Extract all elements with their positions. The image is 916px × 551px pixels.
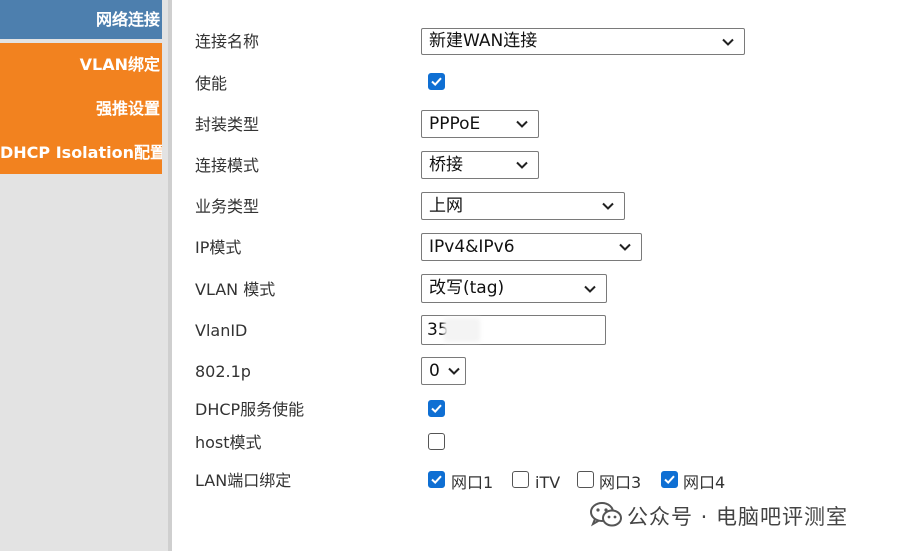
chevron-down-icon (516, 161, 528, 169)
ip-mode-value: IPv4&IPv6 (429, 237, 515, 257)
vlan-id-label: VlanID (195, 321, 248, 340)
sidebar-item-label: VLAN绑定 (79, 55, 160, 74)
sidebar-item-label: 网络连接 (95, 10, 160, 29)
sidebar-item-force-push[interactable]: 强推设置 (0, 87, 162, 131)
priority-label: 802.1p (195, 362, 251, 381)
check-icon (431, 475, 442, 485)
connection-name-label: 连接名称 (195, 32, 260, 51)
lan-port-3-label: 网口3 (599, 473, 642, 492)
sidebar-item-vlan-binding[interactable]: VLAN绑定 (0, 43, 162, 87)
ip-mode-label: IP模式 (195, 238, 242, 257)
check-icon (664, 475, 675, 485)
enable-label: 使能 (195, 74, 228, 93)
sidebar-item-dhcp-isolation[interactable]: DHCP Isolation配置 (0, 131, 162, 174)
check-icon (431, 404, 442, 414)
dhcp-service-label: DHCP服务使能 (195, 400, 305, 419)
connection-name-select[interactable]: 新建WAN连接 (421, 28, 745, 55)
connection-mode-value: 桥接 (429, 155, 463, 175)
service-type-value: 上网 (429, 196, 463, 216)
connection-mode-select[interactable]: 桥接 (421, 151, 539, 179)
wechat-icon (590, 502, 622, 527)
lan-binding-label: LAN端口绑定 (195, 471, 292, 490)
lan-port-4-label: 网口4 (683, 473, 726, 492)
priority-value: 0 (429, 361, 440, 381)
sidebar-item-network-connection[interactable]: 网络连接 (0, 0, 162, 39)
encapsulation-label: 封装类型 (195, 115, 260, 134)
watermark-text: 公众号 · 电脑吧评测室 (627, 505, 849, 529)
connection-name-value: 新建WAN连接 (429, 31, 538, 51)
lan-port-itv-label: iTV (535, 473, 561, 492)
ip-mode-select[interactable]: IPv4&IPv6 (421, 233, 642, 261)
sidebar-item-label: DHCP Isolation配置 (0, 143, 162, 162)
lan-port-4-checkbox[interactable] (661, 471, 678, 488)
service-type-select[interactable]: 上网 (421, 192, 625, 220)
vlan-mode-select[interactable]: 改写(tag) (421, 274, 607, 303)
encapsulation-value: PPPoE (429, 114, 481, 134)
chevron-down-icon (619, 243, 631, 251)
connection-mode-label: 连接模式 (195, 156, 260, 175)
sidebar-item-label: 强推设置 (95, 99, 160, 118)
chevron-down-icon (584, 285, 596, 293)
encapsulation-select[interactable]: PPPoE (421, 110, 539, 138)
sidebar-divider (168, 0, 172, 551)
check-icon (431, 77, 442, 87)
dhcp-service-checkbox[interactable] (428, 400, 445, 417)
vlan-mode-label: VLAN 模式 (195, 280, 276, 299)
priority-select[interactable]: 0 (421, 357, 466, 385)
lan-port-3-checkbox[interactable] (577, 471, 594, 488)
host-mode-label: host模式 (195, 433, 262, 452)
chevron-down-icon (602, 202, 614, 210)
lan-port-itv-checkbox[interactable] (512, 471, 529, 488)
lan-port-1-label: 网口1 (451, 473, 494, 492)
host-mode-checkbox[interactable] (428, 433, 445, 450)
lan-port-1-checkbox[interactable] (428, 471, 445, 488)
chevron-down-icon (448, 367, 460, 375)
chevron-down-icon (516, 120, 528, 128)
vlan-mode-value: 改写(tag) (429, 278, 505, 298)
redaction-blur (444, 318, 480, 342)
chevron-down-icon (722, 38, 734, 46)
enable-checkbox[interactable] (428, 73, 445, 90)
service-type-label: 业务类型 (195, 197, 260, 216)
